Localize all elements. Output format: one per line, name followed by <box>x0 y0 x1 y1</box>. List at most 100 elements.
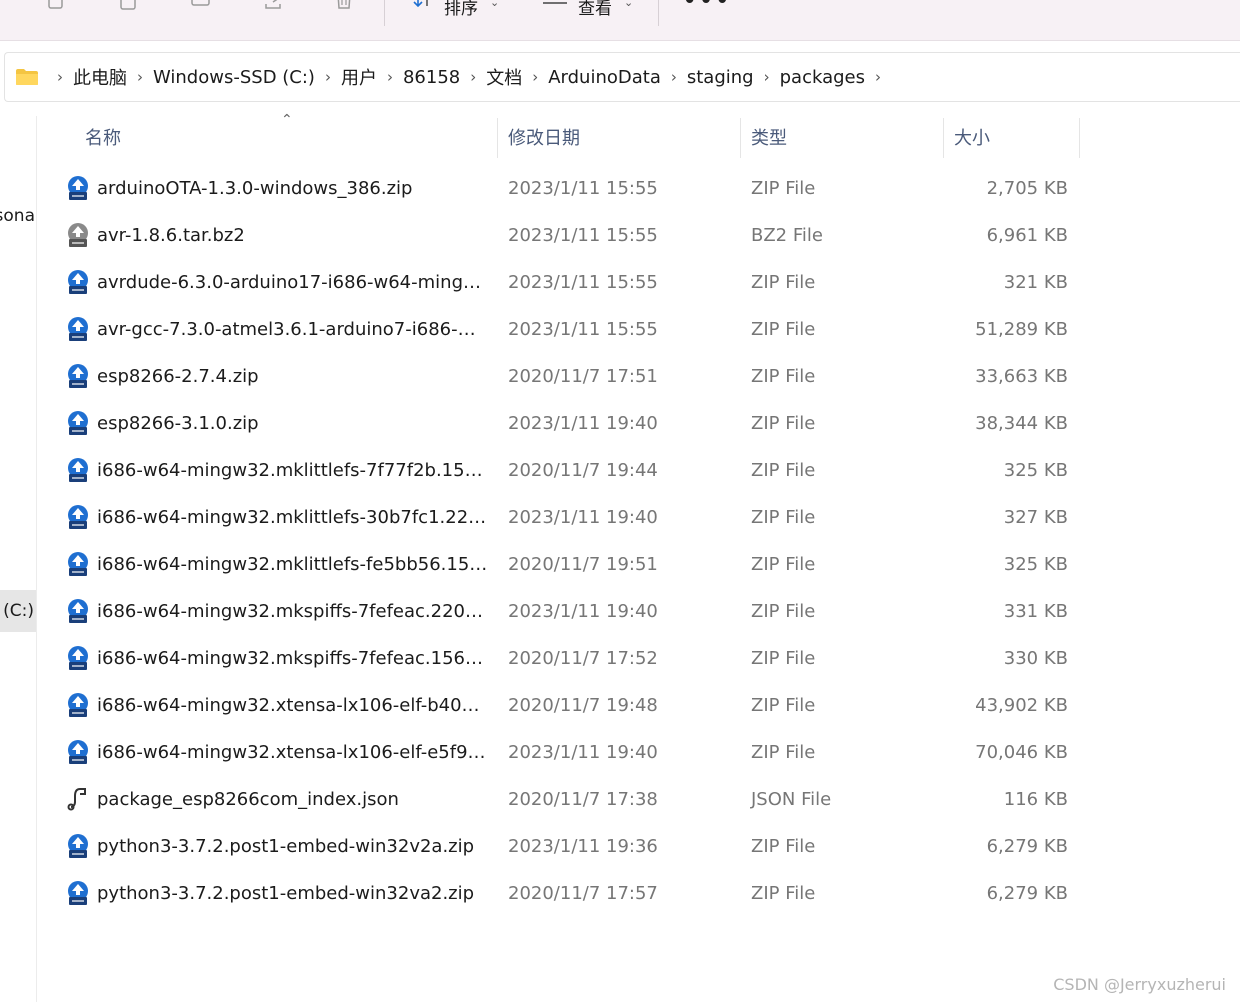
file-name: avr-1.8.6.tar.bz2 <box>97 225 245 246</box>
breadcrumb-this-pc[interactable]: 此电脑 <box>73 64 127 90</box>
view-chevron-down-icon[interactable]: ⌄ <box>624 0 633 9</box>
breadcrumb: › 此电脑 › Windows-SSD (C:) › 用户 › 86158 › … <box>15 53 891 101</box>
column-header-size[interactable]: 大小 <box>954 116 990 158</box>
nav-item-label: sona <box>0 206 35 226</box>
file-row[interactable]: i686-w64-mingw32.mklittlefs-30b7fc1.220.… <box>58 494 1080 541</box>
file-type: ZIP File <box>751 742 816 763</box>
breadcrumb-packages[interactable]: packages <box>780 67 865 88</box>
breadcrumb-chevron-icon[interactable]: › <box>671 68 677 86</box>
column-header-date[interactable]: 修改日期 <box>508 116 580 158</box>
file-size: 43,902 KB <box>975 695 1068 716</box>
file-row[interactable]: arduinoOTA-1.3.0-windows_386.zip 2023/1/1… <box>58 165 1080 212</box>
address-bar[interactable]: › 此电脑 › Windows-SSD (C:) › 用户 › 86158 › … <box>4 52 1240 102</box>
breadcrumb-user[interactable]: 86158 <box>403 67 460 88</box>
file-date-modified: 2023/1/11 19:40 <box>508 507 658 528</box>
file-row[interactable]: i686-w64-mingw32.xtensa-lx106-elf-e5f9fe… <box>58 729 1080 776</box>
file-date-modified: 2023/1/11 15:55 <box>508 272 658 293</box>
breadcrumb-chevron-icon[interactable]: › <box>57 68 63 86</box>
column-divider[interactable] <box>943 118 944 158</box>
file-type: ZIP File <box>751 695 816 716</box>
breadcrumb-chevron-icon[interactable]: › <box>470 68 476 86</box>
file-date-modified: 2020/11/7 19:51 <box>508 554 658 575</box>
zip-icon <box>66 880 90 906</box>
file-row[interactable]: i686-w64-mingw32.xtensa-lx106-elf-b40a5.… <box>58 682 1080 729</box>
file-type: ZIP File <box>751 507 816 528</box>
column-divider[interactable] <box>497 118 498 158</box>
file-name: avrdude-6.3.0-arduino17-i686-w64-mingw..… <box>97 272 489 293</box>
file-name: arduinoOTA-1.3.0-windows_386.zip <box>97 178 413 199</box>
breadcrumb-arduinodata[interactable]: ArduinoData <box>548 67 661 88</box>
paste-icon[interactable] <box>118 0 138 12</box>
file-size: 116 KB <box>1003 789 1068 810</box>
column-header-name[interactable]: 名称 <box>85 116 121 158</box>
column-divider[interactable] <box>740 118 741 158</box>
nav-item-drive-c[interactable]: (C:) <box>0 590 36 632</box>
file-date-modified: 2020/11/7 17:38 <box>508 789 658 810</box>
file-date-modified: 2020/11/7 19:48 <box>508 695 658 716</box>
file-size: 6,279 KB <box>986 883 1068 904</box>
zip-icon <box>66 316 90 342</box>
file-size: 325 KB <box>1003 460 1068 481</box>
zip-icon <box>66 692 90 718</box>
breadcrumb-chevron-icon[interactable]: › <box>137 68 143 86</box>
column-header-label: 修改日期 <box>508 128 580 149</box>
file-row[interactable]: i686-w64-mingw32.mklittlefs-7f77f2b.156.… <box>58 447 1080 494</box>
file-row[interactable]: avrdude-6.3.0-arduino17-i686-w64-mingw..… <box>58 259 1080 306</box>
file-size: 51,289 KB <box>975 319 1068 340</box>
toolbar-divider <box>384 0 385 26</box>
sort-button[interactable]: 排序 <box>444 0 478 19</box>
file-row[interactable]: avr-1.8.6.tar.bz2 2023/1/11 15:55 BZ2 File… <box>58 212 1080 259</box>
file-size: 330 KB <box>1003 648 1068 669</box>
file-date-modified: 2023/1/11 15:55 <box>508 225 658 246</box>
file-type: ZIP File <box>751 178 816 199</box>
sort-ascending-icon: ⌃ <box>281 112 293 128</box>
share-icon[interactable] <box>262 0 282 12</box>
file-row[interactable]: esp8266-2.7.4.zip 2020/11/7 17:51 ZIP File… <box>58 353 1080 400</box>
sort-icon[interactable] <box>412 0 432 14</box>
file-type: ZIP File <box>751 366 816 387</box>
file-name: i686-w64-mingw32.xtensa-lx106-elf-e5f9fe… <box>97 742 489 763</box>
file-row[interactable]: i686-w64-mingw32.mkspiffs-7fefeac.22062.… <box>58 588 1080 635</box>
more-options-button[interactable]: ••• <box>682 0 731 16</box>
view-icon[interactable] <box>542 0 567 16</box>
breadcrumb-staging[interactable]: staging <box>687 67 754 88</box>
zip-icon <box>66 363 90 389</box>
file-row[interactable]: esp8266-3.1.0.zip 2023/1/11 19:40 ZIP File… <box>58 400 1080 447</box>
file-date-modified: 2020/11/7 17:52 <box>508 648 658 669</box>
file-name: python3-3.7.2.post1-embed-win32v2a.zip <box>97 836 475 857</box>
file-date-modified: 2023/1/11 19:40 <box>508 413 658 434</box>
breadcrumb-documents[interactable]: 文档 <box>486 64 522 90</box>
column-header-type[interactable]: 类型 <box>751 116 787 158</box>
column-divider[interactable] <box>1079 118 1080 158</box>
breadcrumb-chevron-icon[interactable]: › <box>387 68 393 86</box>
file-name: i686-w64-mingw32.mklittlefs-7f77f2b.156.… <box>97 460 489 481</box>
file-row[interactable]: python3-3.7.2.post1-embed-win32va2.zip 20… <box>58 870 1080 917</box>
file-date-modified: 2023/1/11 19:40 <box>508 601 658 622</box>
file-date-modified: 2020/11/7 19:44 <box>508 460 658 481</box>
file-type: ZIP File <box>751 836 816 857</box>
nav-item-personal[interactable]: sona <box>0 206 36 230</box>
sort-chevron-down-icon[interactable]: ⌄ <box>490 0 499 9</box>
command-bar: 排序 ⌄ 查看 ⌄ ••• <box>0 0 1240 41</box>
zip-icon <box>66 457 90 483</box>
rename-icon[interactable] <box>190 0 210 12</box>
view-button[interactable]: 查看 <box>578 0 612 19</box>
breadcrumb-chevron-icon[interactable]: › <box>325 68 331 86</box>
breadcrumb-chevron-icon[interactable]: › <box>532 68 538 86</box>
file-row[interactable]: python3-3.7.2.post1-embed-win32v2a.zip 20… <box>58 823 1080 870</box>
breadcrumb-users[interactable]: 用户 <box>341 64 377 90</box>
breadcrumb-chevron-icon[interactable]: › <box>764 68 770 86</box>
breadcrumb-drive-c[interactable]: Windows-SSD (C:) <box>153 67 315 88</box>
file-size: 70,046 KB <box>975 742 1068 763</box>
file-row[interactable]: i686-w64-mingw32.mkspiffs-7fefeac.15633.… <box>58 635 1080 682</box>
file-type: ZIP File <box>751 648 816 669</box>
copy-icon[interactable] <box>46 0 66 12</box>
file-size: 6,961 KB <box>986 225 1068 246</box>
file-row[interactable]: i686-w64-mingw32.mklittlefs-fe5bb56.157.… <box>58 541 1080 588</box>
file-row[interactable]: avr-gcc-7.3.0-atmel3.6.1-arduino7-i686-w… <box>58 306 1080 353</box>
zip-icon <box>66 739 90 765</box>
column-header-label: 类型 <box>751 128 787 149</box>
file-row[interactable]: package_esp8266com_index.json 2020/11/7 1… <box>58 776 1080 823</box>
breadcrumb-chevron-icon[interactable]: › <box>875 68 881 86</box>
delete-icon[interactable] <box>334 0 354 12</box>
